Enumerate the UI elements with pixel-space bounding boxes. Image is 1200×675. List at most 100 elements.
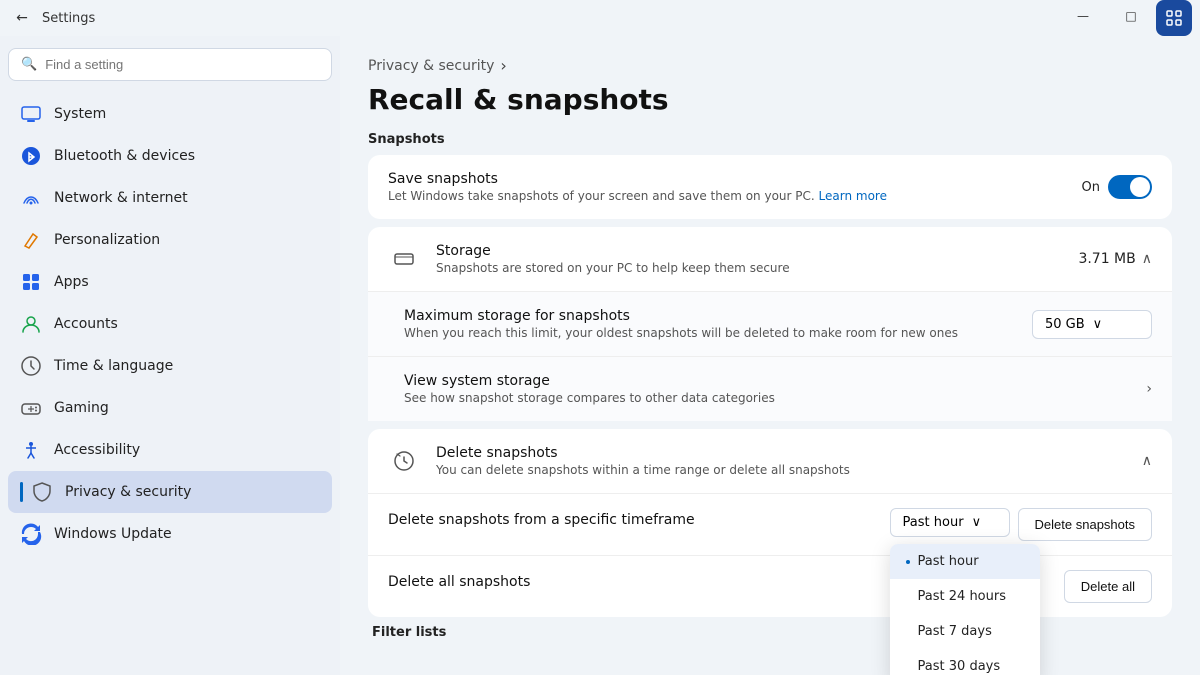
sidebar-item-apps[interactable]: Apps bbox=[8, 261, 332, 303]
max-storage-desc: When you reach this limit, your oldest s… bbox=[404, 326, 1016, 340]
save-snapshots-desc: Let Windows take snapshots of your scree… bbox=[388, 189, 1066, 203]
toggle-switch[interactable] bbox=[1108, 175, 1152, 199]
sidebar-item-accessibility[interactable]: Accessibility bbox=[8, 429, 332, 471]
delete-all-button[interactable]: Delete all bbox=[1064, 570, 1152, 603]
personalization-nav-icon bbox=[20, 229, 42, 251]
select-chevron-icon: ∨ bbox=[1093, 317, 1103, 332]
selected-timeframe: Past hour bbox=[903, 515, 964, 530]
save-snapshots-row: Save snapshots Let Windows take snapshot… bbox=[368, 155, 1172, 219]
sidebar-item-system[interactable]: System bbox=[8, 93, 332, 135]
sidebar-item-label-apps: Apps bbox=[54, 274, 89, 290]
delete-all-row: Delete all snapshots Delete all bbox=[368, 555, 1172, 617]
sidebar-item-label-time: Time & language bbox=[54, 358, 173, 374]
maximize-button[interactable]: □ bbox=[1108, 0, 1154, 32]
sidebar-item-label-accessibility: Accessibility bbox=[54, 442, 140, 458]
storage-card: Storage Snapshots are stored on your PC … bbox=[368, 227, 1172, 421]
timeframe-dropdown-menu: Past hour Past 24 hours Past 7 days bbox=[890, 544, 1040, 675]
back-button[interactable]: ← bbox=[8, 4, 36, 32]
learn-more-link[interactable]: Learn more bbox=[819, 189, 887, 203]
save-snapshots-text: Save snapshots Let Windows take snapshot… bbox=[388, 171, 1066, 203]
privacy-nav-icon bbox=[31, 481, 53, 503]
capture-button[interactable] bbox=[1156, 0, 1192, 36]
view-storage-desc: See how snapshot storage compares to oth… bbox=[404, 391, 1130, 405]
nav-list: System Bluetooth & devices Network & inter… bbox=[8, 93, 332, 555]
dropdown-item-past-30d[interactable]: Past 30 days bbox=[890, 649, 1040, 675]
delete-snapshots-button[interactable]: Delete snapshots bbox=[1018, 508, 1152, 541]
accounts-nav-icon bbox=[20, 313, 42, 335]
view-storage-label: View system storage bbox=[404, 373, 1130, 389]
search-icon: 🔍 bbox=[21, 57, 37, 72]
view-storage-row[interactable]: View system storage See how snapshot sto… bbox=[368, 356, 1172, 421]
snapshots-section-title: Snapshots bbox=[368, 132, 1172, 147]
window-controls: — □ bbox=[1060, 0, 1192, 36]
save-snapshots-label: Save snapshots bbox=[388, 171, 1066, 187]
sidebar-item-label-update: Windows Update bbox=[54, 526, 172, 542]
sidebar-item-bluetooth[interactable]: Bluetooth & devices bbox=[8, 135, 332, 177]
sidebar-item-update[interactable]: Windows Update bbox=[8, 513, 332, 555]
delete-timeframe-label: Delete snapshots from a specific timefra… bbox=[388, 508, 874, 528]
bluetooth-nav-icon bbox=[20, 145, 42, 167]
save-snapshots-toggle[interactable]: On bbox=[1082, 175, 1152, 199]
delete-snapshots-icon bbox=[388, 445, 420, 477]
save-snapshots-card: Save snapshots Let Windows take snapshot… bbox=[368, 155, 1172, 219]
main-layout: 🔍 System Bluetooth & devices Network & int… bbox=[0, 36, 1200, 675]
minimize-button[interactable]: — bbox=[1060, 0, 1106, 32]
delete-snapshots-label: Delete snapshots bbox=[436, 445, 1126, 461]
timeframe-dropdown-btn[interactable]: Past hour ∨ bbox=[890, 508, 1010, 537]
sidebar-item-label-privacy: Privacy & security bbox=[65, 484, 191, 500]
dropdown-item-past-hour[interactable]: Past hour bbox=[890, 544, 1040, 579]
titlebar: ← Settings — □ bbox=[0, 0, 1200, 36]
dropdown-item-past-24h[interactable]: Past 24 hours bbox=[890, 579, 1040, 614]
delete-snapshots-text: Delete snapshots You can delete snapshot… bbox=[436, 445, 1126, 477]
sidebar-item-network[interactable]: Network & internet bbox=[8, 177, 332, 219]
sidebar-item-time[interactable]: Time & language bbox=[8, 345, 332, 387]
breadcrumb-parent[interactable]: Privacy & security bbox=[368, 58, 494, 74]
toggle-label: On bbox=[1082, 180, 1100, 195]
storage-desc: Snapshots are stored on your PC to help … bbox=[436, 261, 1062, 275]
dropdown-item-past-7d[interactable]: Past 7 days bbox=[890, 614, 1040, 649]
max-storage-select[interactable]: 50 GB ∨ bbox=[1032, 310, 1152, 339]
breadcrumb-separator: › bbox=[500, 56, 506, 75]
time-nav-icon bbox=[20, 355, 42, 377]
view-storage-chevron: › bbox=[1146, 381, 1152, 397]
sidebar-item-privacy[interactable]: Privacy & security bbox=[8, 471, 332, 513]
app-title: Settings bbox=[42, 11, 95, 26]
active-bar bbox=[20, 482, 23, 502]
page-title: Recall & snapshots bbox=[368, 83, 1172, 116]
network-nav-icon bbox=[20, 187, 42, 209]
delete-snapshots-chevron: ∧ bbox=[1142, 453, 1152, 469]
delete-snapshots-header[interactable]: Delete snapshots You can delete snapshot… bbox=[368, 429, 1172, 493]
sidebar-item-personalization[interactable]: Personalization bbox=[8, 219, 332, 261]
content-area: Privacy & security › Recall & snapshots … bbox=[340, 36, 1200, 675]
selected-dot bbox=[906, 560, 910, 564]
sidebar-item-label-bluetooth: Bluetooth & devices bbox=[54, 148, 195, 164]
sidebar-item-label-personalization: Personalization bbox=[54, 232, 160, 248]
storage-text: Storage Snapshots are stored on your PC … bbox=[436, 243, 1062, 275]
gaming-nav-icon bbox=[20, 397, 42, 419]
sidebar-item-label-gaming: Gaming bbox=[54, 400, 109, 416]
sidebar: 🔍 System Bluetooth & devices Network & int… bbox=[0, 36, 340, 675]
search-input[interactable] bbox=[45, 57, 319, 72]
dropdown-chevron-icon: ∨ bbox=[972, 515, 982, 530]
storage-label: Storage bbox=[436, 243, 1062, 259]
max-storage-label: Maximum storage for snapshots bbox=[404, 308, 1016, 324]
accessibility-nav-icon bbox=[20, 439, 42, 461]
max-storage-row: Maximum storage for snapshots When you r… bbox=[368, 291, 1172, 356]
sidebar-item-label-accounts: Accounts bbox=[54, 316, 118, 332]
sidebar-item-label-network: Network & internet bbox=[54, 190, 188, 206]
storage-icon bbox=[388, 243, 420, 275]
delete-snapshots-card: Delete snapshots You can delete snapshot… bbox=[368, 429, 1172, 617]
sidebar-item-label-system: System bbox=[54, 106, 106, 122]
system-nav-icon bbox=[20, 103, 42, 125]
breadcrumb: Privacy & security › bbox=[368, 56, 1172, 75]
update-nav-icon bbox=[20, 523, 42, 545]
delete-snapshots-desc: You can delete snapshots within a time r… bbox=[436, 463, 1126, 477]
sidebar-item-gaming[interactable]: Gaming bbox=[8, 387, 332, 429]
storage-row[interactable]: Storage Snapshots are stored on your PC … bbox=[368, 227, 1172, 291]
sidebar-item-accounts[interactable]: Accounts bbox=[8, 303, 332, 345]
storage-chevron-up: ∧ bbox=[1142, 251, 1152, 267]
storage-value: 3.71 MB ∧ bbox=[1078, 251, 1152, 267]
search-box[interactable]: 🔍 bbox=[8, 48, 332, 81]
max-storage-text: Maximum storage for snapshots When you r… bbox=[404, 308, 1016, 340]
delete-timeframe-row: Delete snapshots from a specific timefra… bbox=[368, 493, 1172, 555]
